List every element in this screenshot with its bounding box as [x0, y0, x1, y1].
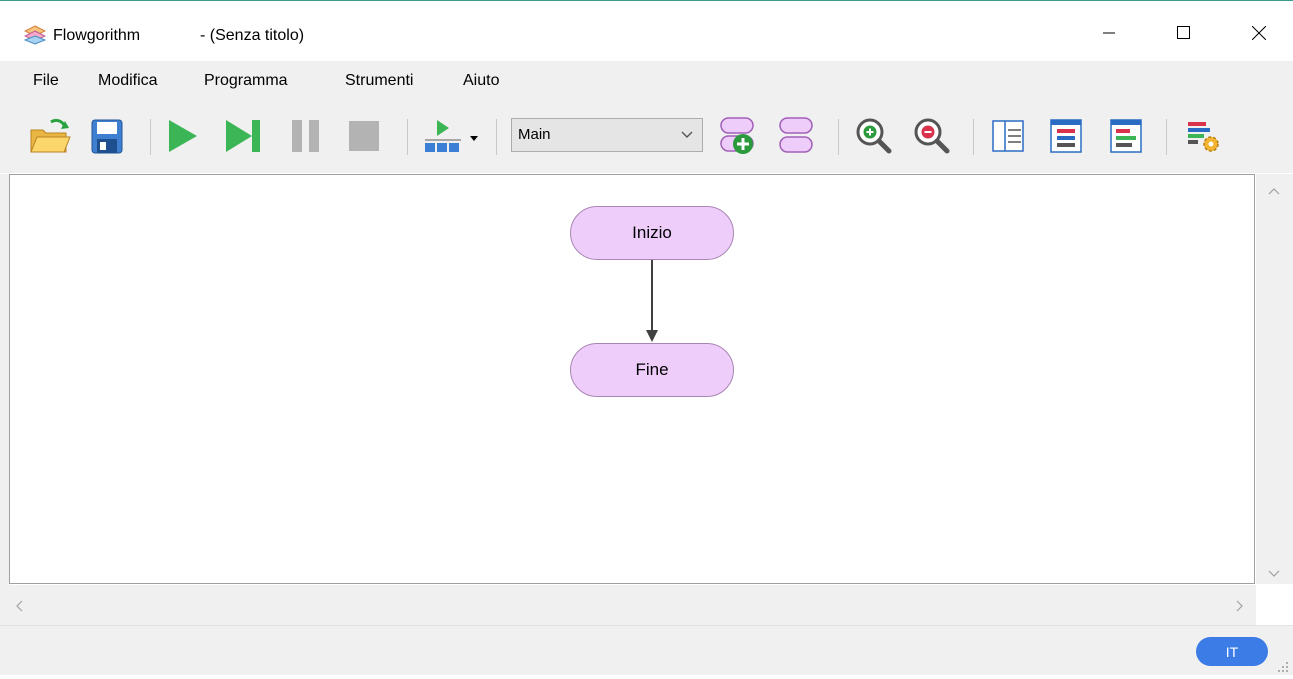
title-bar: Flowgorithm - (Senza titolo) [0, 1, 1293, 61]
toolbar-separator [407, 119, 408, 155]
add-function-button[interactable] [716, 116, 760, 159]
add-function-icon [716, 114, 760, 163]
start-node[interactable]: Inizio [570, 206, 734, 260]
maximize-button[interactable] [1160, 14, 1206, 56]
function-select[interactable]: Main [511, 118, 703, 152]
scroll-down-icon[interactable] [1268, 566, 1280, 584]
menu-programma[interactable]: Programma [204, 72, 288, 90]
vertical-scrollbar[interactable] [1256, 174, 1293, 584]
function-select-value: Main [518, 126, 551, 143]
stop-icon [344, 116, 384, 161]
variable-watch-icon [1046, 116, 1086, 161]
run-icon [163, 116, 201, 161]
close-icon [1251, 25, 1267, 45]
end-node[interactable]: Fine [570, 343, 734, 397]
menu-file[interactable]: File [33, 72, 59, 90]
language-badge[interactable]: IT [1196, 637, 1268, 666]
flow-arrow [646, 260, 658, 342]
pause-icon [286, 116, 326, 161]
menu-bar: File Modifica Programma Strumenti Aiuto [0, 61, 1293, 101]
layout-icon [988, 116, 1028, 161]
run-speed-button[interactable] [420, 117, 482, 159]
toolbar-separator [496, 119, 497, 155]
zoom-out-button[interactable] [910, 117, 954, 159]
document-title: - (Senza titolo) [200, 27, 305, 44]
minimize-icon [1103, 26, 1115, 44]
save-button[interactable] [84, 117, 128, 159]
app-name: Flowgorithm [53, 27, 141, 44]
zoom-out-icon [912, 116, 952, 161]
close-button[interactable] [1236, 14, 1282, 56]
settings-icon [1182, 116, 1222, 161]
variable-watch-button[interactable] [1044, 117, 1088, 159]
open-button[interactable] [27, 117, 71, 159]
toolbar-separator [150, 119, 151, 155]
pause-button[interactable] [284, 117, 328, 159]
scroll-right-icon[interactable] [1235, 599, 1245, 617]
maximize-icon [1176, 26, 1190, 44]
open-folder-icon [27, 116, 71, 161]
zoom-in-button[interactable] [852, 117, 896, 159]
menu-modifica[interactable]: Modifica [98, 72, 158, 90]
layout-button[interactable] [986, 117, 1030, 159]
step-icon [222, 116, 266, 161]
menu-strumenti[interactable]: Strumenti [345, 72, 413, 90]
app-icon [23, 25, 47, 45]
chevron-down-icon [680, 128, 694, 147]
resize-grip-icon[interactable] [1276, 660, 1290, 679]
run-button[interactable] [160, 117, 204, 159]
flowchart-canvas[interactable]: Inizio Fine [9, 174, 1255, 584]
scroll-up-icon[interactable] [1268, 184, 1280, 202]
settings-button[interactable] [1180, 117, 1224, 159]
toolbar: Main [0, 101, 1293, 173]
status-bar: IT [0, 625, 1293, 675]
scroll-left-icon[interactable] [15, 599, 25, 617]
console-icon [1106, 116, 1146, 161]
toolbar-separator [1166, 119, 1167, 155]
horizontal-scrollbar[interactable] [9, 585, 1256, 625]
save-icon [86, 116, 126, 161]
toolbar-separator [838, 119, 839, 155]
minimize-button[interactable] [1086, 14, 1132, 56]
toolbar-separator [973, 119, 974, 155]
function-list-icon [774, 114, 818, 163]
stop-button[interactable] [342, 117, 386, 159]
zoom-in-icon [854, 116, 894, 161]
run-speed-icon [421, 116, 481, 161]
step-button[interactable] [222, 117, 266, 159]
menu-aiuto[interactable]: Aiuto [463, 72, 499, 90]
left-gutter [0, 174, 9, 625]
console-button[interactable] [1104, 117, 1148, 159]
function-list-button[interactable] [774, 116, 818, 159]
